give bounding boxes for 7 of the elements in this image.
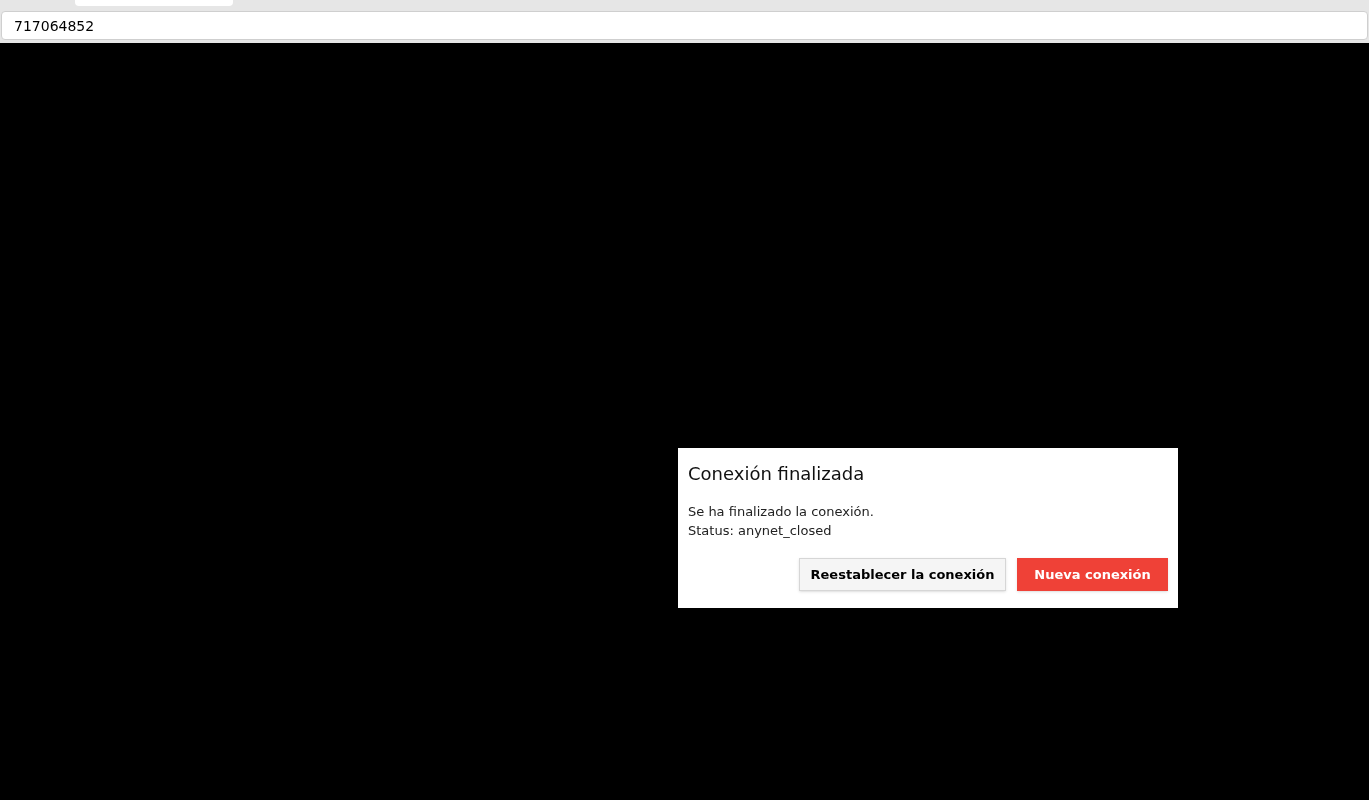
dialog-message: Se ha finalizado la conexión. <box>688 503 875 521</box>
reconnect-button[interactable]: Reestablecer la conexión <box>799 558 1006 591</box>
dialog-title: Conexión finalizada <box>688 462 866 486</box>
browser-tab[interactable] <box>75 0 233 6</box>
address-field[interactable]: 717064852 <box>1 11 1368 40</box>
new-connection-button[interactable]: Nueva conexión <box>1017 558 1168 591</box>
dialog-message: Status: anynet_closed <box>688 522 833 540</box>
